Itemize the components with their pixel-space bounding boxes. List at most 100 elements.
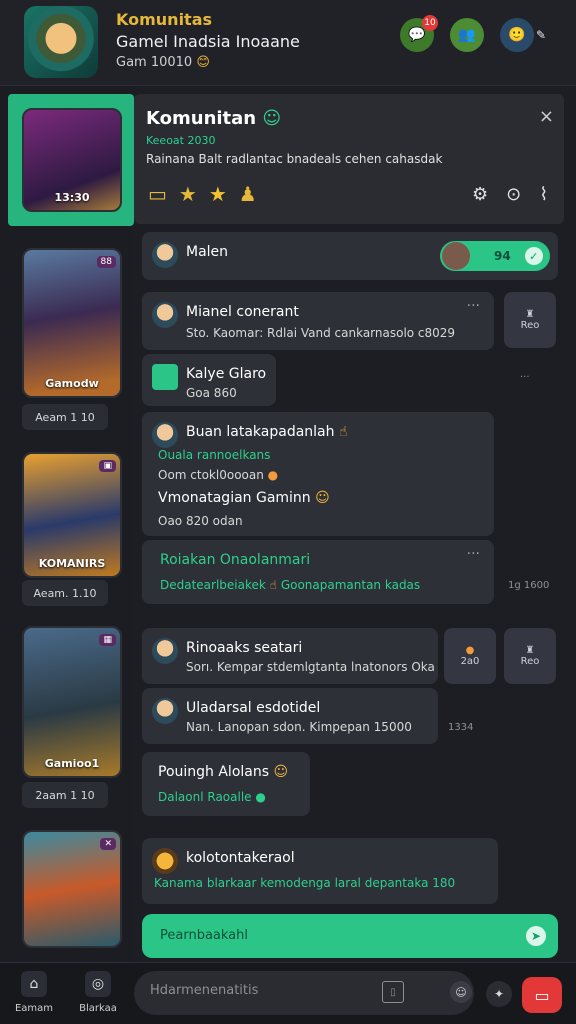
game-tag: ▦: [99, 634, 116, 646]
message-author: Kalye Glaro: [186, 366, 267, 382]
message-text: Vmonatagian Gaminn ☺: [158, 490, 330, 506]
nav-community-label: Blarkaa: [79, 1003, 117, 1014]
star-icon[interactable]: ★: [209, 182, 227, 206]
list-item[interactable]: Roiakan Onaolanmari Dedatearlbeiakek ☝ G…: [142, 540, 494, 604]
bookmark-icon[interactable]: ▯: [382, 981, 404, 1003]
smile-icon: 😊: [196, 55, 210, 70]
avatar: [152, 302, 178, 328]
game-card-caption: 2aam 1 10: [22, 782, 108, 808]
game-tag: 88: [96, 256, 116, 268]
more-icon[interactable]: ···: [520, 372, 530, 383]
list-item[interactable]: Buan latakapadanlah ☝ Ouala rannoelkans …: [142, 412, 494, 536]
game-tag: ▣: [99, 460, 116, 472]
fire-icon: ●: [465, 645, 475, 656]
list-item[interactable]: kolotontakeraol Kanama blarkaar kemodeng…: [142, 838, 498, 904]
nav-home-label: Eamam: [14, 1003, 54, 1014]
timestamp: 1334: [448, 722, 474, 733]
game-card-caption: Aeam. 1.10: [22, 580, 108, 606]
badge-icon[interactable]: ▭: [148, 182, 167, 206]
message-author: Roiakan Onaolanmari: [160, 552, 311, 568]
game-card-4[interactable]: ▦ Gamioo1: [22, 626, 122, 778]
more-icon[interactable]: ···: [467, 546, 480, 562]
fire-icon: ●: [267, 468, 279, 482]
message-line: Dalaonl Raoalle: [158, 790, 252, 804]
search-input[interactable]: [150, 983, 370, 998]
emoji-icon[interactable]: ☺: [450, 981, 472, 1003]
nav-home[interactable]: ⌂ Eamam: [4, 971, 64, 1014]
panel-description: Rainana Balt radlantac bnadeals cehen ca…: [146, 152, 443, 166]
list-item[interactable]: Kalye Glaro Goa 860: [142, 354, 276, 406]
avatar: [152, 242, 178, 268]
target-icon[interactable]: ⊙: [506, 184, 521, 205]
reply-label: Reo: [520, 656, 540, 667]
close-button[interactable]: ×: [539, 106, 554, 127]
list-item[interactable]: Rinoaaks seatari Sorı. Kempar stdemlgtan…: [142, 628, 438, 684]
notification-badge: 10: [422, 15, 438, 31]
game-card-label: KOMANIRS: [38, 557, 106, 570]
bottom-nav: ⌂ Eamam ◎ Blarkaa ▯ ☺ ✦ ▭: [0, 962, 576, 1024]
game-sidebar: 13:30 88 Gamodw Aeam 1 10 ▣ KOMANIRS Aea…: [0, 86, 134, 962]
message-line: Oom ctokl0oooan: [158, 468, 264, 482]
check-icon: ✓: [524, 247, 543, 265]
reply-button[interactable]: ♜ Reo: [504, 292, 556, 348]
status-label: Gam 10010: [116, 55, 193, 70]
list-item[interactable]: Pouingh Alolans ☺ Dalaonl Raoalle ●: [142, 752, 310, 816]
message-text: Ouala rannoelkans: [158, 448, 271, 462]
nav-community[interactable]: ◎ Blarkaa: [68, 971, 128, 1014]
reply-button[interactable]: ♜ Reo: [504, 628, 556, 684]
chess-icon: ♜: [525, 309, 535, 320]
game-card-5[interactable]: ✕: [22, 830, 122, 948]
star-icon[interactable]: ★: [179, 182, 197, 206]
message-line: Vmonatagian Gaminn: [158, 490, 311, 506]
message-author: Uladarsal esdotidel: [186, 700, 321, 716]
chat-icon[interactable]: 💬 10: [400, 15, 438, 52]
app-subtitle: Gamel Inadsia Inoaane: [116, 32, 300, 51]
avatar: [152, 698, 178, 724]
avatar: [152, 422, 178, 448]
panel-actions: ▭ ★ ★ ♟: [148, 182, 257, 206]
game-card-label: Gamioo1: [44, 757, 100, 770]
smile-icon: ☺: [273, 764, 289, 780]
game-card-2[interactable]: 88 Gamodw: [22, 248, 122, 398]
online-count: 94: [494, 249, 511, 263]
community-logo[interactable]: [24, 6, 98, 78]
trophy-icon[interactable]: ♟: [239, 182, 257, 206]
message-text: Oom ctokl0oooan ●: [158, 468, 278, 482]
message-line: Goonapamantan kadas: [280, 578, 421, 592]
author-name: Buan latakapadanlah: [186, 424, 335, 440]
list-item[interactable]: Mianel conerant Sto. Kaomar: Rdlai Vand …: [142, 292, 494, 350]
app-header: Komunitas Gamel Inadsia Inoaane Gam 1001…: [0, 0, 576, 86]
profile-icon[interactable]: 🙂: [500, 18, 534, 52]
group-icon[interactable]: 👥: [450, 18, 484, 52]
message-composer[interactable]: Pearnbaakahl ➤: [142, 914, 558, 958]
message-author: Buan latakapadanlah ☝: [186, 424, 348, 440]
send-icon[interactable]: ➤: [526, 926, 546, 946]
game-icon: [152, 364, 178, 390]
hand-icon: ☝: [269, 578, 277, 592]
reaction-button[interactable]: ● 2a0: [444, 628, 496, 684]
game-card-label: 13:30: [54, 191, 90, 204]
list-item[interactable]: Uladarsal esdotidel Nan. Lanopan sdon. K…: [142, 688, 438, 744]
message-text: Goa 860: [186, 386, 237, 400]
home-icon: ⌂: [21, 971, 47, 997]
panel-controls: ⚙ ⊙ ⌇: [472, 184, 548, 205]
list-item[interactable]: Malen 94 ✓: [142, 232, 558, 280]
message-author: Malen: [186, 244, 229, 260]
status-badge[interactable]: 94 ✓: [440, 241, 550, 271]
game-card-1[interactable]: 13:30: [22, 108, 122, 212]
controller-icon[interactable]: ✦: [486, 981, 512, 1007]
edit-icon[interactable]: ✎: [530, 24, 552, 46]
reaction-label: 2a0: [460, 656, 480, 667]
thumb-icon: ●: [255, 790, 266, 804]
game-card-3[interactable]: ▣ KOMANIRS: [22, 452, 122, 578]
hand-icon: ☝: [338, 424, 348, 440]
gift-button[interactable]: ▭: [522, 977, 562, 1013]
chess-icon: ♜: [525, 645, 535, 656]
more-icon[interactable]: ···: [467, 298, 480, 314]
author-name: Pouingh Alolans: [158, 764, 270, 780]
share-icon[interactable]: ⌇: [539, 184, 548, 205]
message-text: Sto. Kaomar: Rdlai Vand cankarnasolo c80…: [186, 326, 456, 340]
game-tag: ✕: [100, 838, 116, 850]
verified-icon: ☺: [262, 108, 282, 129]
gear-icon[interactable]: ⚙: [472, 184, 488, 205]
